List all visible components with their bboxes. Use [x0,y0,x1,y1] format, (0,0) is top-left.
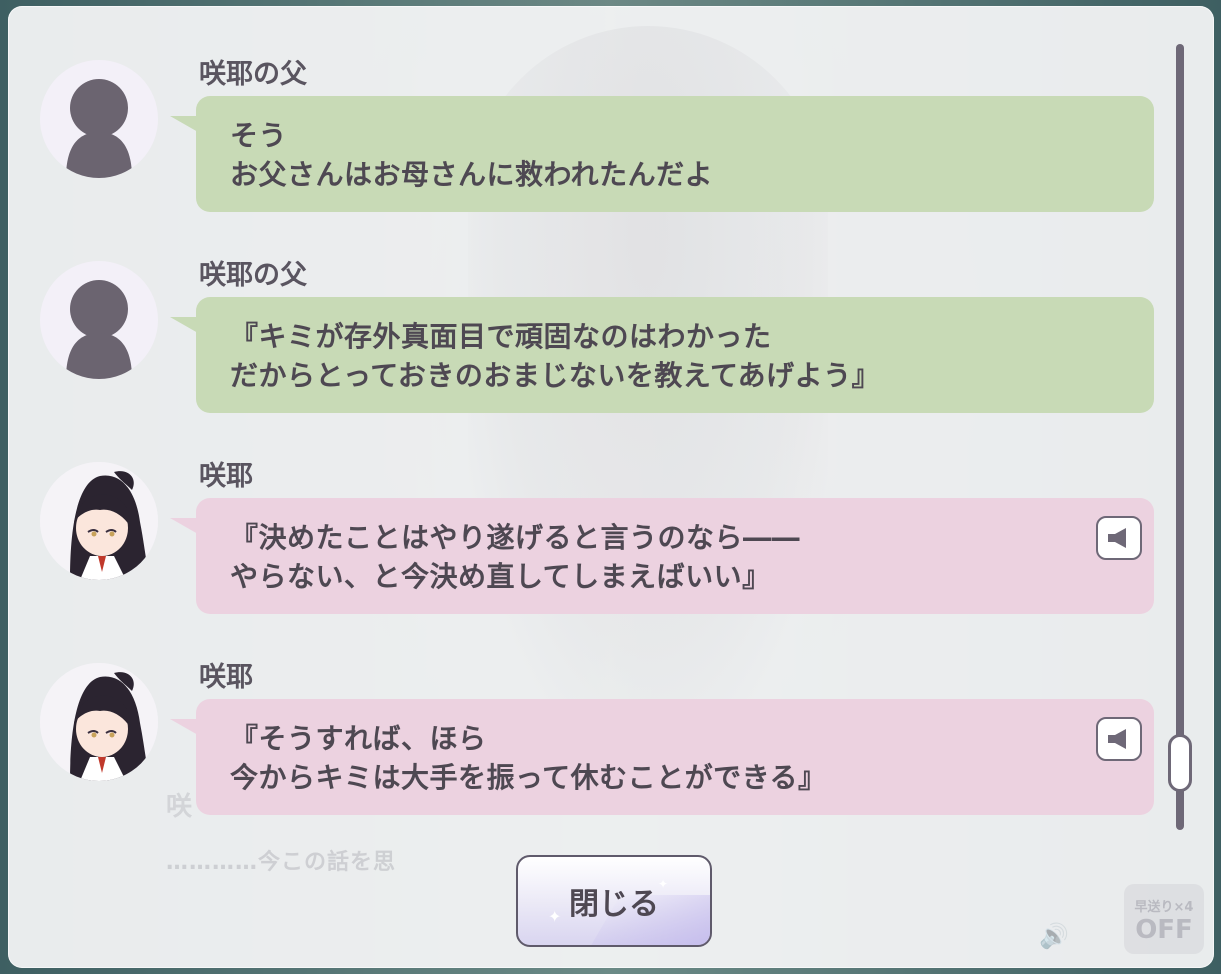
message-line: 今からキミは大手を振って休むことができる』 [230,761,827,794]
message-line: だからとっておきのおまじないを教えてあげよう』 [230,359,881,392]
sparkle-icon: ✦ [658,877,669,891]
message-line: そう [230,119,288,152]
message-line: 『決めたことはやり遂げると言うのなら―― [230,521,801,554]
message-bubble: 『決めたことはやり遂げると言うのなら―― やらない、と今決め直してしまえばいい』 [196,498,1154,614]
voice-replay-button[interactable] [1096,717,1142,761]
background-dialog-ghost: …………今この話を思 [166,850,397,875]
silhouette-avatar [40,261,158,379]
message-line: 『そうすれば、ほら [230,722,487,755]
bubble-tail [170,116,198,132]
speaker-icon [1108,528,1126,548]
background-fast-forward-badge: 早送り×4 OFF [1124,884,1204,954]
message-line: お父さんはお母さんに救われたんだよ [230,158,714,191]
close-button-label: 閉じる [569,887,659,922]
background-speaker-icon: 🔊 [1039,922,1069,950]
log-entry: 咲耶の父 そう お父さんはお母さんに救われたんだよ [8,6,1178,212]
close-button[interactable]: ✦ ✦ 閉じる [516,855,712,947]
scrollbar-track[interactable] [1176,44,1184,830]
message-bubble: そう お父さんはお母さんに救われたんだよ [196,96,1154,212]
message-bubble: 『そうすれば、ほら 今からキミは大手を振って休むことができる』 [196,699,1154,815]
log-entry: 咲耶 『決めたことはやり遂げると言うのなら―― やらない、と今決め直してしまえば… [8,408,1178,614]
bubble-tail [170,719,198,735]
fast-forward-state: OFF [1135,915,1193,945]
bubble-tail [170,518,198,534]
silhouette-avatar [40,60,158,178]
bubble-tail [170,317,198,333]
character-avatar [40,663,158,781]
log-entry: 咲耶の父 『キミが存外真面目で頑固なのはわかった だからとっておきのおまじないを… [8,207,1178,413]
message-line: やらない、と今決め直してしまえばいい』 [230,560,771,593]
sparkle-icon: ✦ [548,907,562,926]
speaker-name: 咲耶の父 [199,59,307,90]
speaker-name: 咲耶の父 [199,260,307,291]
scrollbar-thumb[interactable] [1168,734,1192,792]
message-line: 『キミが存外真面目で頑固なのはわかった [230,320,772,353]
message-bubble: 『キミが存外真面目で頑固なのはわかった だからとっておきのおまじないを教えてあげ… [196,297,1154,413]
fast-forward-label: 早送り×4 [1134,900,1194,915]
speaker-name: 咲耶 [199,461,253,492]
speaker-name: 咲耶 [199,662,253,693]
log-entry: 咲耶 『そうすれば、ほら 今からキミは大手を振って休むことができる』 [8,609,1178,815]
backlog-dialog: 咲 …………今この話を思 🔊 早送り×4 OFF 咲耶の父 そう お父さんはお母… [8,6,1214,968]
character-avatar [40,462,158,580]
voice-replay-button[interactable] [1096,516,1142,560]
speaker-icon [1108,729,1126,749]
